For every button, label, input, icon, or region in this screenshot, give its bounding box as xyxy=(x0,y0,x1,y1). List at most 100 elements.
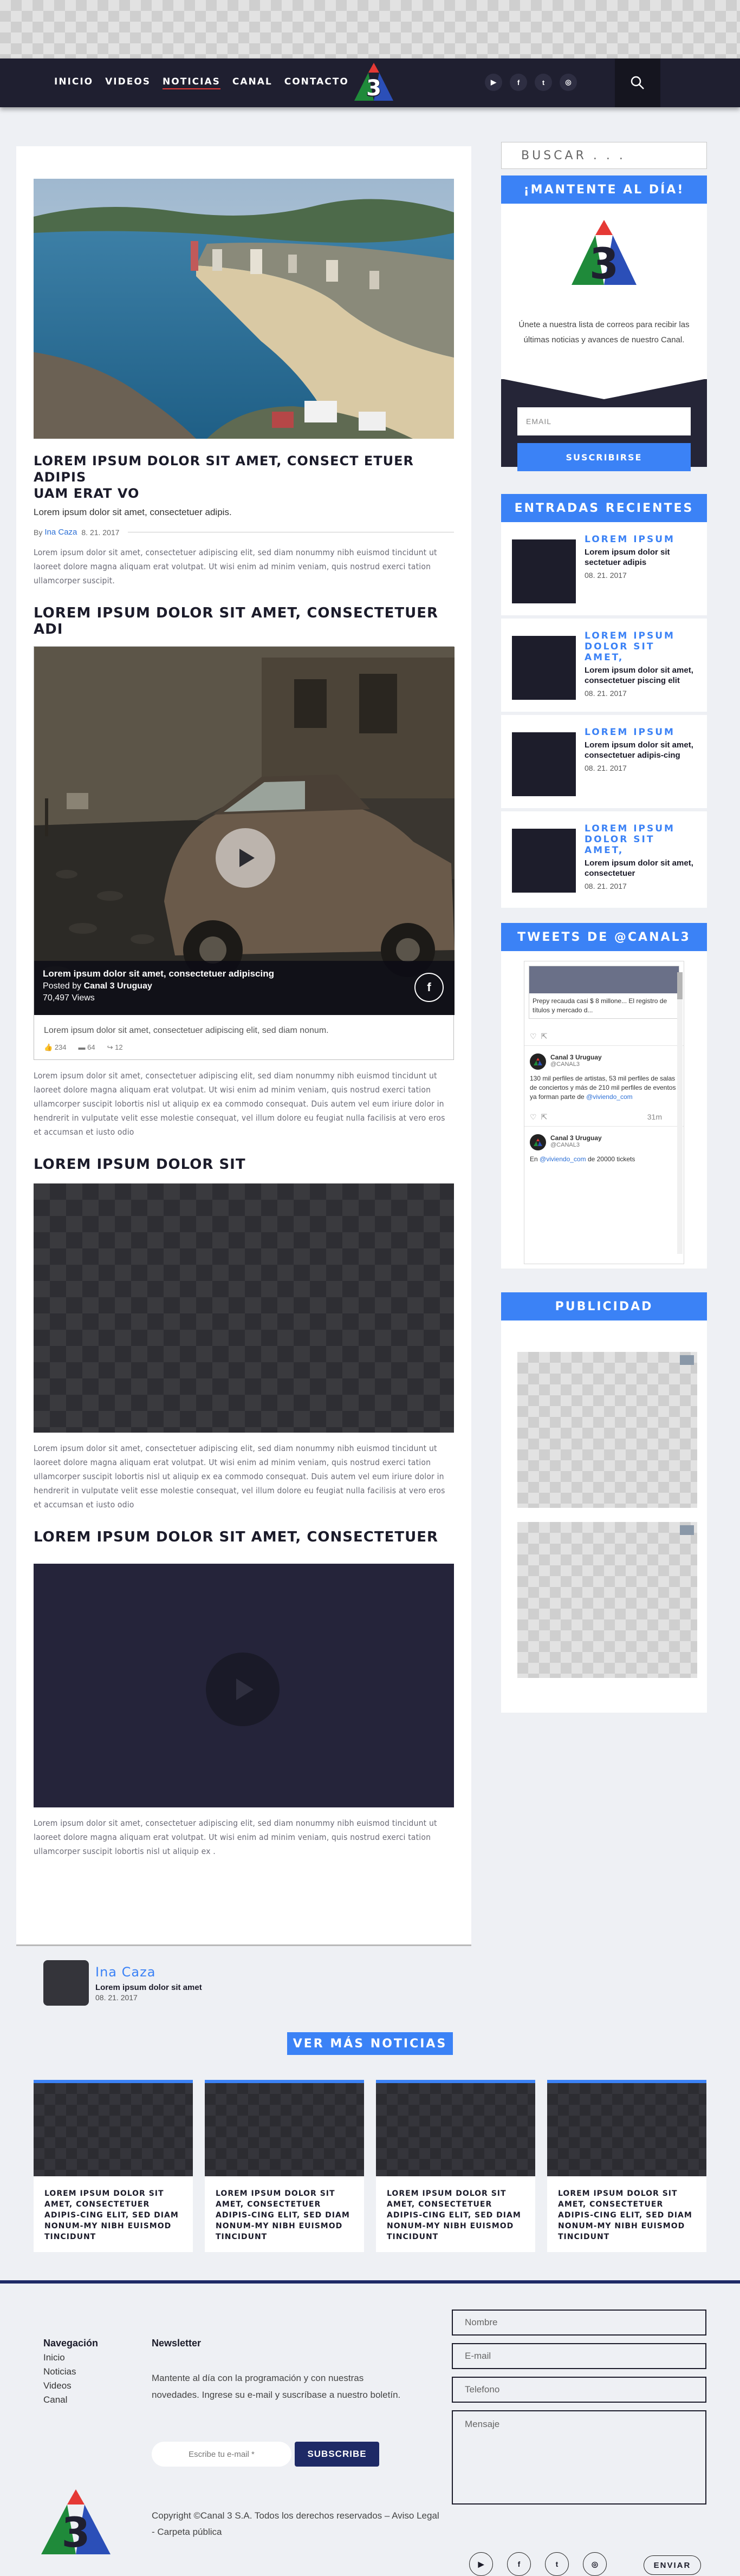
more-news-button[interactable]: VER MÁS NOTICIAS xyxy=(287,2032,453,2055)
tweet-body: de 20000 tickets xyxy=(587,1155,635,1163)
phone-field[interactable]: Telefono xyxy=(452,2377,706,2403)
author-info: Ina Caza Lorem ipsum dolor sit amet 08. … xyxy=(95,1964,202,2002)
video-play-button[interactable] xyxy=(216,828,275,888)
footer-link-videos[interactable]: Videos xyxy=(43,2380,98,2391)
tweet-author-text: Canal 3 Uruguay @CANAL3 xyxy=(550,1134,602,1150)
recent-post[interactable]: LOREM IPSUM DOLOR SIT AMET, Lorem ipsum … xyxy=(501,619,707,715)
video-play-button-2[interactable] xyxy=(206,1653,280,1726)
video-caption-title: Lorem ipsum dolor sit amet, consectetuer… xyxy=(43,968,274,979)
facebook-icon[interactable]: f xyxy=(510,74,527,91)
twitter-icon[interactable]: t xyxy=(545,2552,569,2576)
newsletter-subscribe-button[interactable]: SUSCRIBIRSE xyxy=(517,443,691,471)
footer-logo[interactable]: 3 xyxy=(33,2487,119,2560)
newsletter-email-input[interactable]: EMAIL xyxy=(517,407,691,435)
recent-post[interactable]: LOREM IPSUM DOLOR SIT AMET, Lorem ipsum … xyxy=(501,811,707,908)
nav-canal[interactable]: CANAL xyxy=(232,76,272,89)
footer: Navegación Inicio Noticias Videos Canal … xyxy=(0,2280,740,2576)
footer-nav-title: Navegación xyxy=(43,2338,99,2349)
footer-newsletter-text: Mantente al día con la programación y co… xyxy=(152,2373,401,2400)
tweet-card[interactable]: Prepy recauda casi $ 8 millone... El reg… xyxy=(529,966,679,1019)
author-row: Ina Caza Lorem ipsum dolor sit amet 08. … xyxy=(43,1960,471,2006)
comments-stat: ▬ 64 xyxy=(78,1043,95,1051)
author-box: Ina Caza Lorem ipsum dolor sit amet 08. … xyxy=(16,1944,471,2006)
tweet-text-2: En @viviendo_com de 20000 tickets xyxy=(524,1153,684,1166)
news-card[interactable]: LOREM IPSUM DOLOR SIT AMET, CONSECTETUER… xyxy=(205,2080,364,2252)
instagram-icon[interactable]: ◎ xyxy=(560,74,577,91)
news-card[interactable]: LOREM IPSUM DOLOR SIT AMET, CONSECTETUER… xyxy=(376,2080,535,2252)
email-field[interactable]: E-mail xyxy=(452,2343,706,2369)
ad-slot[interactable] xyxy=(517,1352,697,1508)
recent-post-text: LOREM IPSUM DOLOR SIT AMET, Lorem ipsum … xyxy=(585,823,696,900)
message-field[interactable]: Mensaje xyxy=(452,2410,706,2505)
header: INICIO VIDEOS NOTICIAS CANAL CONTACTO 3 … xyxy=(0,58,740,107)
byline-author-link[interactable]: Ina Caza xyxy=(44,528,77,537)
heart-icon[interactable]: ♡ xyxy=(530,1113,537,1122)
send-button[interactable]: ENVIAR xyxy=(644,2555,701,2575)
footer-subscribe-button[interactable]: SUBSCRIBE xyxy=(295,2442,379,2467)
tweet-author: Canal 3 Uruguay @CANAL3 xyxy=(524,1126,684,1153)
recent-post-title: LOREM IPSUM xyxy=(585,534,675,545)
recent-post[interactable]: LOREM IPSUM Lorem ipsum dolor sit amet, … xyxy=(501,715,707,811)
nav-noticias[interactable]: NOTICIAS xyxy=(163,76,220,89)
tweets-title: TWEETS DE @CANAL3 xyxy=(501,923,707,951)
instagram-icon[interactable]: ◎ xyxy=(583,2552,607,2576)
article-paragraph-2: Lorem ipsum dolor sit amet, consectetuer… xyxy=(34,1071,445,1137)
twitter-icon[interactable]: t xyxy=(535,74,552,91)
recent-post-thumb xyxy=(512,636,576,700)
ad-slot[interactable] xyxy=(517,1522,697,1678)
author-name-link[interactable]: Ina Caza xyxy=(95,1964,202,1980)
footer-link-noticias[interactable]: Noticias xyxy=(43,2366,98,2377)
ads-title: PUBLICIDAD xyxy=(501,1292,707,1320)
nav-contacto[interactable]: CONTACTO xyxy=(284,76,349,89)
footer-link-canal[interactable]: Canal xyxy=(43,2395,98,2405)
tweet-mention-link[interactable]: @viviendo_com xyxy=(540,1155,586,1163)
video-thumbnail-car[interactable]: Lorem ipsum dolor sit amet, consectetuer… xyxy=(34,647,455,1015)
header-search-button[interactable] xyxy=(615,58,660,107)
twitter-timeline[interactable]: Prepy recauda casi $ 8 millone... El reg… xyxy=(524,961,684,1264)
recent-post-date: 08. 21. 2017 xyxy=(585,689,627,698)
tweet-mention-link[interactable]: @viviendo_com xyxy=(586,1093,633,1101)
share-icon[interactable]: ⇱ xyxy=(541,1113,548,1122)
canal3-logo[interactable]: 3 3 xyxy=(347,61,401,105)
video-stats: 👍 234 ▬ 64 ↪ 12 xyxy=(34,1040,453,1059)
avatar xyxy=(530,1134,546,1150)
recent-posts-widget: ENTRADAS RECIENTES LOREM IPSUM Lorem ips… xyxy=(501,494,707,908)
embedded-video: Lorem ipsum dolor sit amet, consectetuer… xyxy=(34,646,455,1060)
tweet-time: 31m xyxy=(647,1113,662,1121)
svg-text:3: 3 xyxy=(366,76,381,101)
card-title: LOREM IPSUM DOLOR SIT AMET, CONSECTETUER… xyxy=(387,2189,521,2241)
section-heading-3: LOREM IPSUM DOLOR SIT AMET, CONSECTETUER xyxy=(34,1529,438,1545)
news-card[interactable]: LOREM IPSUM DOLOR SIT AMET, CONSECTETUER… xyxy=(34,2080,193,2252)
name-field[interactable]: Nombre xyxy=(452,2310,706,2336)
facebook-icon[interactable]: f xyxy=(507,2552,531,2576)
recent-post[interactable]: LOREM IPSUM Lorem ipsum dolor sit sectet… xyxy=(501,522,707,619)
nav-videos[interactable]: VIDEOS xyxy=(105,76,151,89)
newsletter-title: ¡MANTENTE AL DÍA! xyxy=(501,175,707,204)
video-player-placeholder[interactable] xyxy=(34,1564,454,1807)
article-subtitle: Lorem ipsum dolor sit amet, consectetuer… xyxy=(34,507,232,517)
tweet-handle: @CANAL3 xyxy=(550,1061,580,1068)
recent-post-text: LOREM IPSUM DOLOR SIT AMET, Lorem ipsum … xyxy=(585,630,696,704)
recent-post-text: LOREM IPSUM Lorem ipsum dolor sit sectet… xyxy=(585,534,696,608)
tweet-actions: ♡ ⇱ 31m xyxy=(524,1104,684,1126)
footer-social: ▶ f t ◎ xyxy=(469,2552,607,2576)
tweets-scrollbar[interactable] xyxy=(677,972,683,1254)
card-image xyxy=(376,2083,535,2176)
footer-link-inicio[interactable]: Inicio xyxy=(43,2352,98,2363)
sidebar-search-input[interactable]: BUSCAR . . . xyxy=(501,142,707,169)
footer-email-input[interactable]: Escribe tu e-mail * xyxy=(152,2442,291,2467)
author-date: 08. 21. 2017 xyxy=(95,1993,138,2002)
news-card[interactable]: LOREM IPSUM DOLOR SIT AMET, CONSECTETUER… xyxy=(547,2080,706,2252)
section-heading-1: LOREM IPSUM DOLOR SIT AMET, CONSECTETUER… xyxy=(34,605,438,638)
recent-post-sub: Lorem ipsum dolor sit amet, consectetuer… xyxy=(585,740,693,760)
video-views: 70,497 Views xyxy=(43,993,95,1003)
article-paragraph-1: Lorem ipsum dolor sit amet, consectetuer… xyxy=(34,548,437,586)
share-icon[interactable]: ⇱ xyxy=(541,1032,548,1041)
heart-icon[interactable]: ♡ xyxy=(530,1032,537,1041)
nav-inicio[interactable]: INICIO xyxy=(54,76,93,89)
facebook-share-icon[interactable]: f xyxy=(414,973,444,1002)
youtube-icon[interactable]: ▶ xyxy=(469,2552,493,2576)
youtube-icon[interactable]: ▶ xyxy=(485,74,502,91)
shares-count: 12 xyxy=(115,1043,123,1051)
scrollbar-thumb[interactable] xyxy=(677,972,683,999)
